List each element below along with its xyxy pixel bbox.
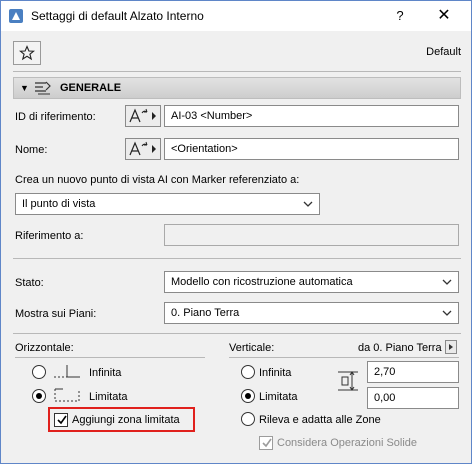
status-selected: Modello con ricostruzione automatica [171,276,353,288]
vertical-range-icon [338,371,358,391]
divider [229,357,459,358]
star-icon [19,45,35,61]
status-label: Stato: [15,277,44,289]
name-field[interactable]: <Orientation> [164,138,459,160]
favorites-button[interactable] [13,41,41,65]
chevron-right-icon [449,344,453,350]
chevron-down-icon [303,201,313,207]
floor-select-button[interactable] [445,340,457,354]
reference-id-label: ID di riferimento: [15,111,96,123]
horizontal-infinite-radio[interactable] [32,365,46,379]
name-autotext-button[interactable] [125,138,161,160]
limited-range-icon [54,388,80,402]
close-button[interactable]: ✕ [433,5,455,27]
title-bar: Settaggi di default Alzato Interno ? ✕ [1,1,471,31]
viewpoint-label: Crea un nuovo punto di vista AI con Mark… [15,174,300,186]
vertical-label: Verticale: [229,342,275,354]
collapse-arrow-icon[interactable]: ▼ [20,83,29,93]
checkmark-icon [57,415,67,425]
vertical-zones-label[interactable]: Rileva e adatta alle Zone [259,414,381,426]
divider [13,333,461,334]
section-title: GENERALE [60,82,122,94]
infinite-range-icon [54,365,80,378]
checkmark-icon [262,438,272,448]
chevron-down-icon [442,279,452,285]
show-on-floors-dropdown[interactable]: 0. Piano Terra [164,302,459,324]
status-dropdown[interactable]: Modello con ricostruzione automatica [164,271,459,293]
viewpoint-dropdown[interactable]: Il punto di vista [15,193,320,215]
viewpoint-selected: Il punto di vista [22,198,96,210]
add-zone-checkbox[interactable] [54,413,68,427]
vertical-bottom-field[interactable]: 0,00 [367,387,459,409]
reference-to-field [164,224,459,246]
solid-ops-checkbox [259,436,273,450]
solid-ops-label: Considera Operazioni Solide [277,437,418,449]
from-floor-label: da 0. Piano Terra [358,342,442,354]
archicad-app-icon [9,9,23,23]
divider [15,357,205,358]
reference-id-field[interactable]: AI-03 <Number> [164,105,459,127]
default-label: Default [426,46,461,58]
add-zone-label[interactable]: Aggiungi zona limitata [72,414,180,426]
window-title: Settaggi di default Alzato Interno [31,9,204,23]
chevron-down-icon [442,310,452,316]
autotext-icon [129,108,156,123]
show-on-floors-selected: 0. Piano Terra [171,307,240,319]
vertical-limited-label[interactable]: Limitata [259,391,298,403]
divider [13,71,461,72]
vertical-top-field[interactable]: 2,70 [367,361,459,383]
vertical-infinite-label[interactable]: Infinita [259,367,291,379]
reference-to-label: Riferimento a: [15,230,84,242]
section-header-generale[interactable]: ▼ GENERALE [13,77,461,99]
vertical-infinite-radio[interactable] [241,365,255,379]
divider [13,258,461,259]
settings-dialog: Settaggi di default Alzato Interno ? ✕ D… [0,0,472,464]
show-on-floors-label: Mostra sui Piani: [15,308,97,320]
autotext-icon [129,141,156,156]
name-label: Nome: [15,144,48,156]
horizontal-label: Orizzontale: [15,342,74,354]
reference-id-autotext-button[interactable] [125,105,161,127]
elevation-settings-icon [35,81,51,95]
horizontal-limited-radio[interactable] [32,389,46,403]
help-button[interactable]: ? [389,5,411,27]
vertical-limited-radio[interactable] [241,389,255,403]
horizontal-infinite-label[interactable]: Infinita [89,367,121,379]
vertical-zones-radio[interactable] [241,412,255,426]
horizontal-limited-label[interactable]: Limitata [89,391,128,403]
